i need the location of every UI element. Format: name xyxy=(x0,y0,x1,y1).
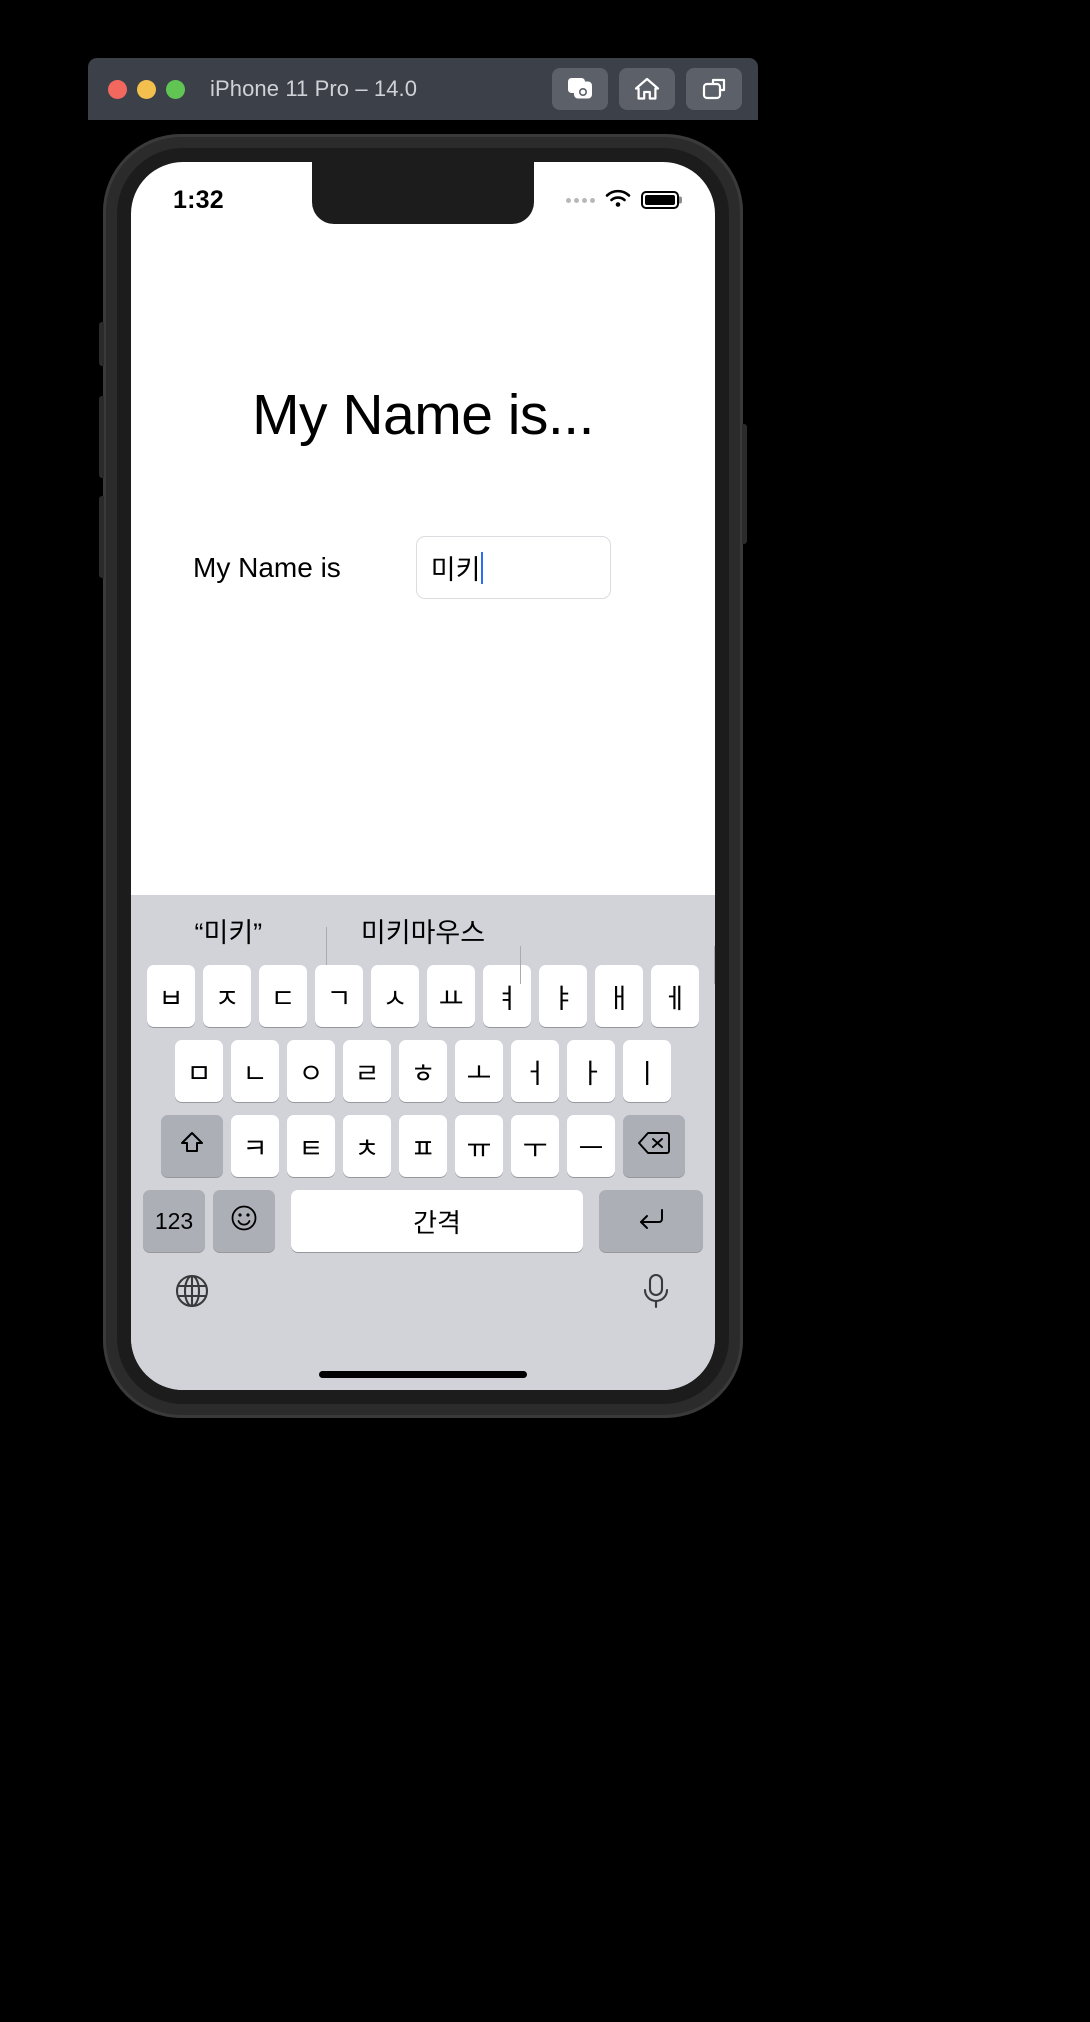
name-input-value: 미키 xyxy=(430,555,481,585)
iphone-device-frame: 1:32 My Name is... My Name is 미키 “미키” 미키… xyxy=(99,134,747,1418)
keyboard-row-2: ㅁ ㄴ ㅇ ㄹ ㅎ ㅗ ㅓ ㅏ ㅣ xyxy=(131,1040,715,1102)
text-caret xyxy=(481,551,484,584)
window-title-bar: iPhone 11 Pro – 14.0 xyxy=(88,58,758,120)
return-arrow-icon xyxy=(636,1205,666,1237)
space-key[interactable]: 간격 xyxy=(291,1190,583,1252)
key-letter[interactable]: ㅜ xyxy=(511,1115,559,1177)
suggestion-item-1[interactable]: 미키마우스 xyxy=(325,911,521,965)
korean-keyboard: “미키” 미키마우스 ㅂ ㅈ ㄷ ㄱ ㅅ ㅛ ㅕ ㅑ ㅐ ㅔ ㅁ ㄴ ㅇ ㄹ ㅎ… xyxy=(131,895,715,1390)
key-letter[interactable]: ㄹ xyxy=(343,1040,391,1102)
keyboard-row-4: 123 간격 xyxy=(131,1190,715,1252)
signal-dots-icon xyxy=(566,197,595,203)
home-indicator xyxy=(319,1371,527,1378)
microphone-icon[interactable] xyxy=(639,1272,673,1315)
key-letter[interactable]: ㅣ xyxy=(623,1040,671,1102)
shift-arrow-icon xyxy=(179,1130,205,1163)
key-letter[interactable]: ㅗ xyxy=(455,1040,503,1102)
keyboard-bottom-row xyxy=(131,1262,715,1320)
rotate-button[interactable] xyxy=(686,68,742,110)
volume-down-button[interactable] xyxy=(99,496,104,578)
key-letter[interactable]: ㅁ xyxy=(175,1040,223,1102)
numeric-key[interactable]: 123 xyxy=(143,1190,205,1252)
keyboard-row-3: ㅋ ㅌ ㅊ ㅍ ㅠ ㅜ ㅡ xyxy=(131,1115,715,1177)
device-screen: 1:32 My Name is... My Name is 미키 “미키” 미키… xyxy=(131,162,715,1390)
keyboard-row-1: ㅂ ㅈ ㄷ ㄱ ㅅ ㅛ ㅕ ㅑ ㅐ ㅔ xyxy=(131,965,715,1027)
shift-key[interactable] xyxy=(161,1115,223,1177)
status-bar: 1:32 xyxy=(131,162,715,224)
name-input[interactable]: 미키 xyxy=(415,536,611,599)
key-letter[interactable]: ㅐ xyxy=(595,965,643,1027)
suggestion-item-0[interactable]: “미키” xyxy=(131,911,326,950)
close-window-button[interactable] xyxy=(108,79,127,99)
key-letter[interactable]: ㅅ xyxy=(371,965,419,1027)
silent-switch[interactable] xyxy=(99,322,104,366)
delete-key[interactable] xyxy=(623,1115,685,1177)
traffic-lights xyxy=(108,79,185,99)
key-letter[interactable]: ㅛ xyxy=(427,965,475,1027)
home-button[interactable] xyxy=(619,68,675,110)
suggestion-bar: “미키” 미키마우스 xyxy=(131,895,715,984)
page-title: My Name is... xyxy=(252,383,594,447)
maximize-window-button[interactable] xyxy=(166,79,185,99)
simulator-window: iPhone 11 Pro – 14.0 1:32 My Name is... … xyxy=(88,58,758,1418)
key-letter[interactable]: ㅑ xyxy=(539,965,587,1027)
rotate-icon xyxy=(701,77,727,101)
minimize-window-button[interactable] xyxy=(137,79,156,99)
app-content: My Name is... My Name is 미키 xyxy=(131,224,715,895)
key-letter[interactable]: ㅋ xyxy=(231,1115,279,1177)
key-letter[interactable]: ㅎ xyxy=(399,1040,447,1102)
camera-icon xyxy=(567,77,593,101)
delete-backspace-icon xyxy=(638,1131,670,1162)
name-form-row: My Name is 미키 xyxy=(131,536,715,599)
name-field-label: My Name is xyxy=(193,551,341,583)
wifi-icon xyxy=(604,188,632,213)
key-letter[interactable]: ㅓ xyxy=(511,1040,559,1102)
globe-icon[interactable] xyxy=(173,1272,211,1315)
key-letter[interactable]: ㅡ xyxy=(567,1115,615,1177)
key-letter[interactable]: ㅇ xyxy=(287,1040,335,1102)
smiley-icon xyxy=(230,1204,258,1239)
home-icon xyxy=(634,77,660,101)
key-letter[interactable]: ㄱ xyxy=(315,965,363,1027)
status-time: 1:32 xyxy=(173,185,224,214)
key-letter[interactable]: ㅂ xyxy=(147,965,195,1027)
key-letter[interactable]: ㅔ xyxy=(651,965,699,1027)
key-letter[interactable]: ㅏ xyxy=(567,1040,615,1102)
status-indicators xyxy=(566,188,682,213)
key-letter[interactable]: ㅊ xyxy=(343,1115,391,1177)
battery-full-icon xyxy=(641,191,682,209)
key-letter[interactable]: ㅍ xyxy=(399,1115,447,1177)
key-letter[interactable]: ㅌ xyxy=(287,1115,335,1177)
key-letter[interactable]: ㄴ xyxy=(231,1040,279,1102)
key-letter[interactable]: ㄷ xyxy=(259,965,307,1027)
window-toolbar xyxy=(552,68,742,110)
power-button[interactable] xyxy=(742,424,747,544)
key-letter[interactable]: ㅈ xyxy=(203,965,251,1027)
return-key[interactable] xyxy=(599,1190,703,1252)
key-letter[interactable]: ㅕ xyxy=(483,965,531,1027)
key-letter[interactable]: ㅠ xyxy=(455,1115,503,1177)
volume-up-button[interactable] xyxy=(99,396,104,478)
screenshot-button[interactable] xyxy=(552,68,608,110)
window-title: iPhone 11 Pro – 14.0 xyxy=(210,76,418,101)
emoji-key[interactable] xyxy=(213,1190,275,1252)
